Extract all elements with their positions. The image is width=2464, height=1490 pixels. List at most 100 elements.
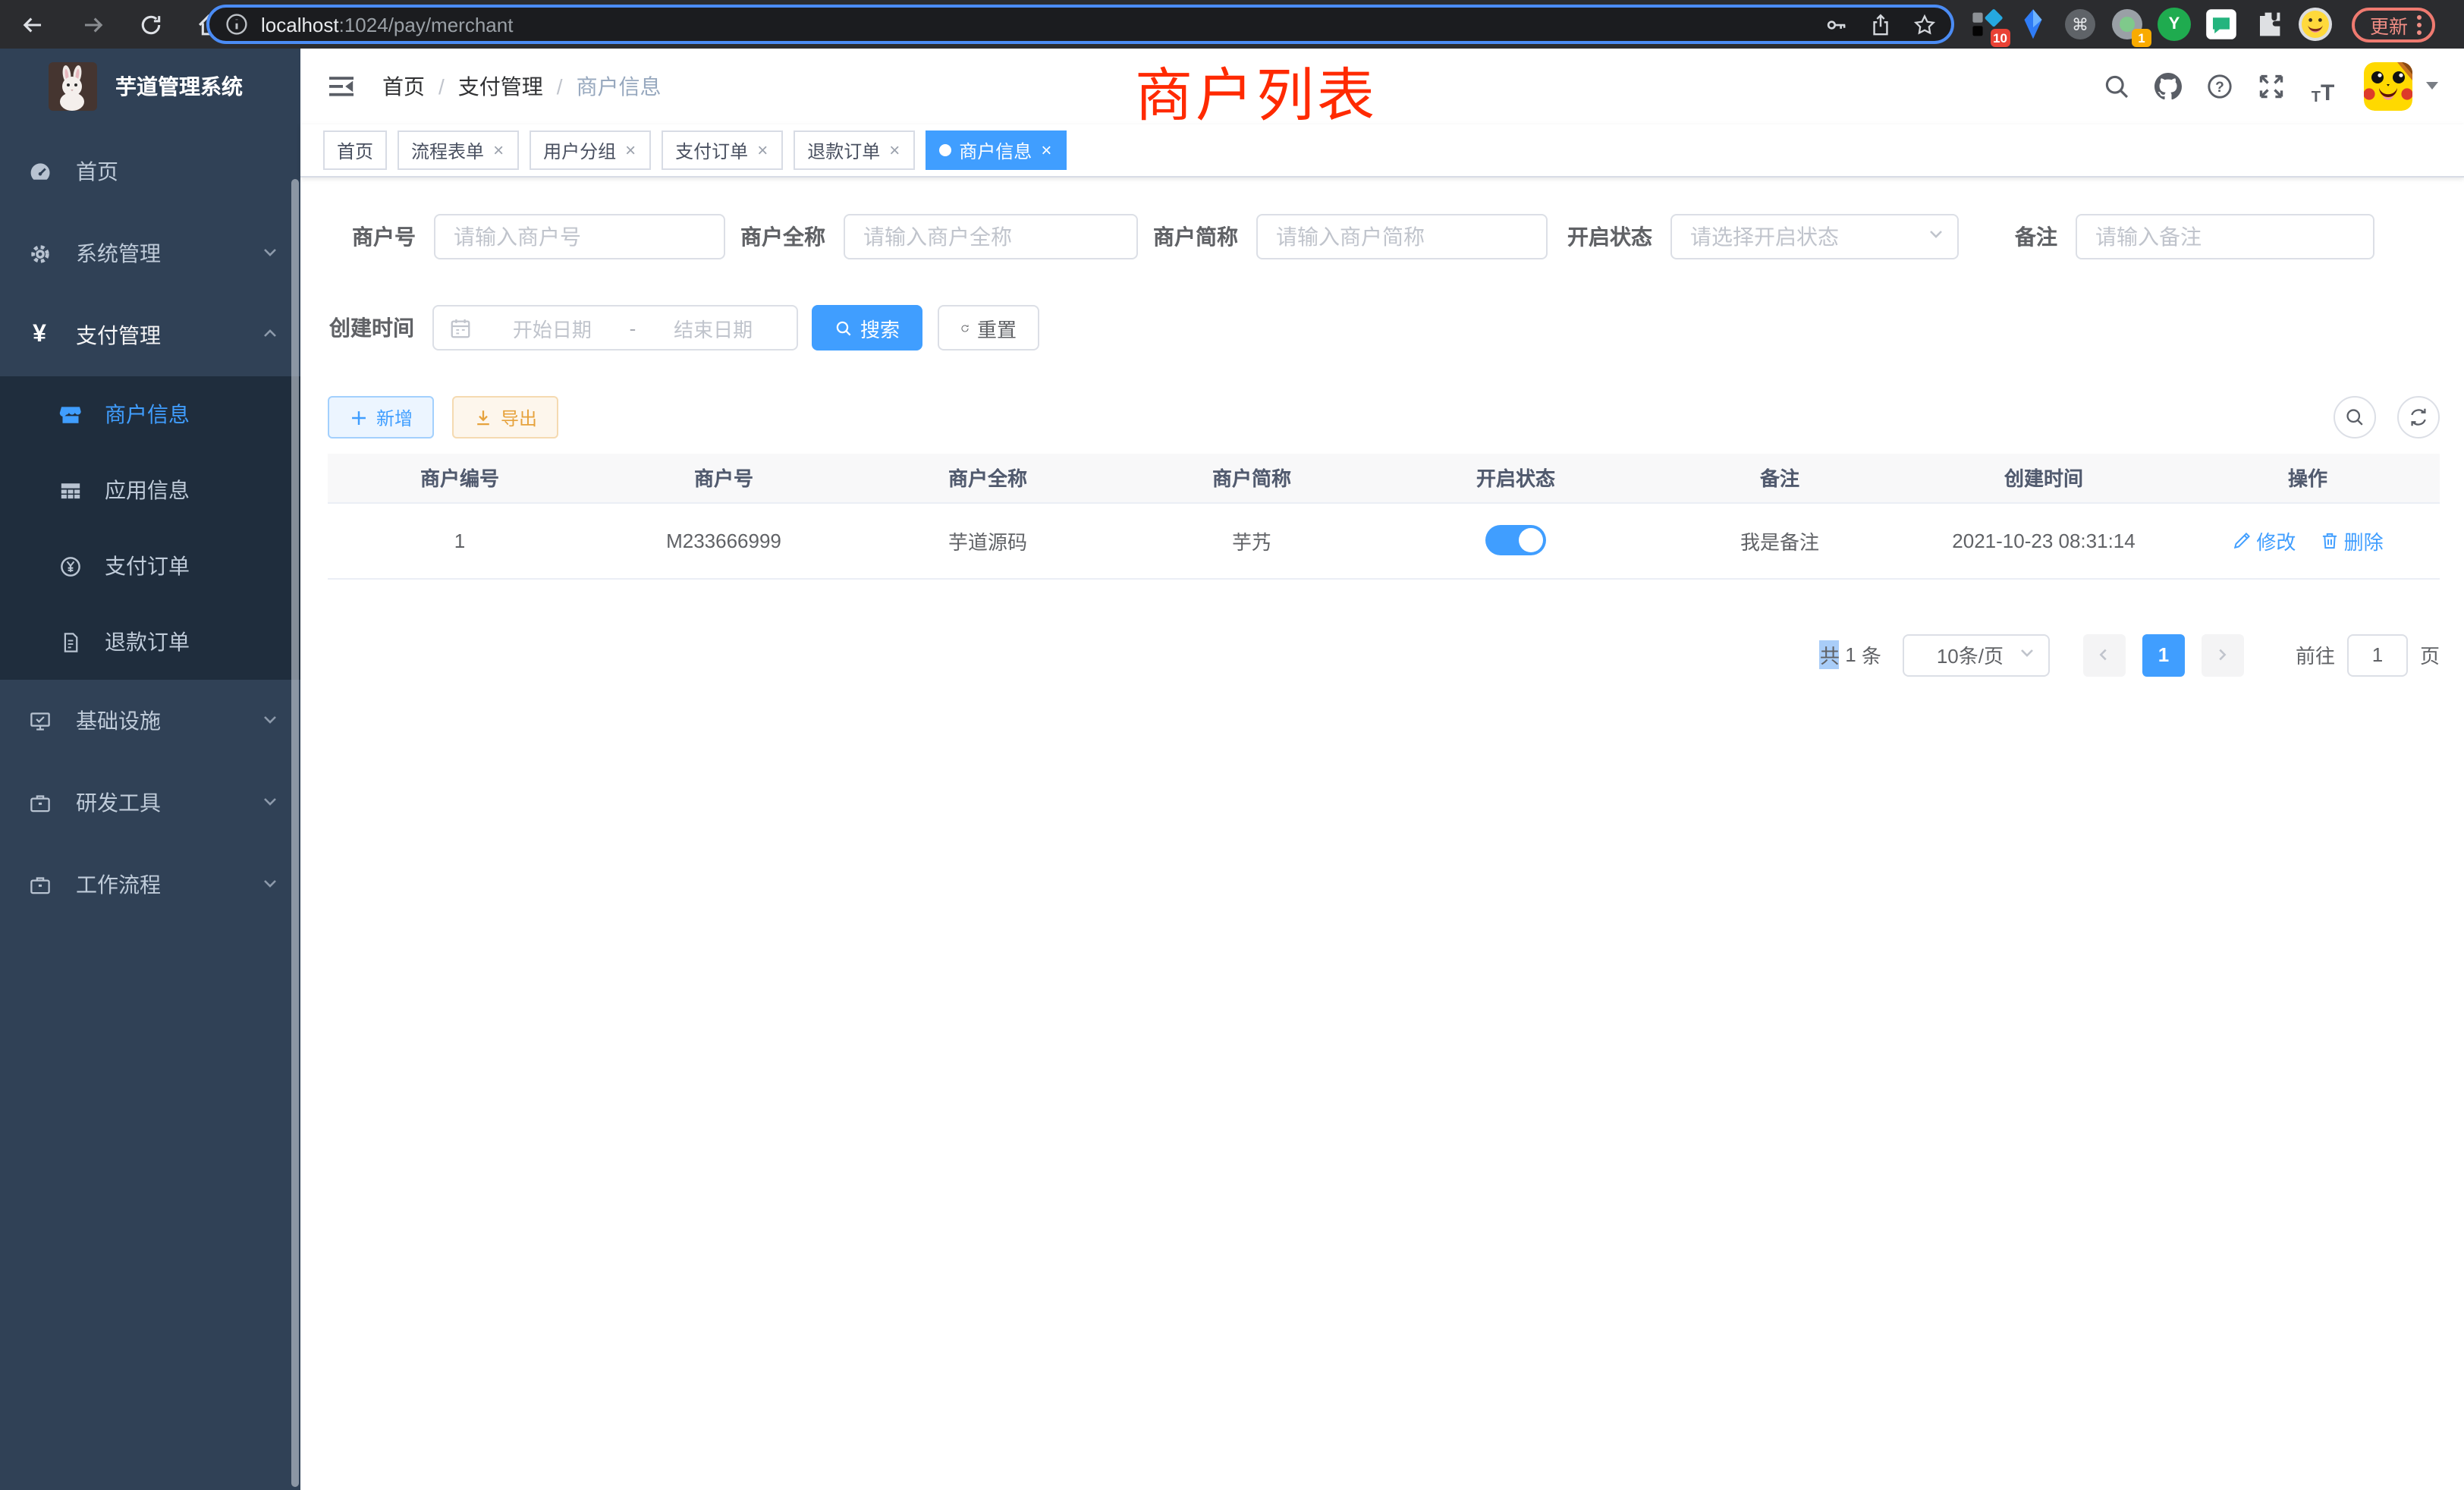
refresh-icon (2408, 407, 2429, 428)
extension-badge: 1 (2132, 29, 2151, 47)
tab-close-icon[interactable]: × (492, 141, 505, 159)
page-number-button[interactable]: 1 (2142, 633, 2185, 676)
password-key-icon[interactable] (1825, 13, 1848, 36)
tab-pay-order[interactable]: 支付订单× (662, 130, 783, 170)
document-icon (58, 630, 82, 654)
tab-close-icon[interactable]: × (1039, 141, 1053, 159)
goto-page-input[interactable] (2347, 633, 2408, 676)
extension-tabs-icon[interactable]: 10 (1969, 8, 2003, 41)
chevron-right-icon (2214, 646, 2231, 663)
browser-back-button[interactable] (9, 2, 55, 47)
breadcrumb-payment[interactable]: 支付管理 (458, 71, 543, 102)
store-icon (58, 402, 82, 426)
start-date-placeholder[interactable]: 开始日期 (481, 313, 624, 342)
extension-recorder-icon[interactable]: 1 (2110, 8, 2144, 41)
sidebar-item-dev-tools[interactable]: 研发工具 (0, 762, 300, 844)
tab-refund-order[interactable]: 退款订单× (794, 130, 915, 170)
refresh-table-button[interactable] (2397, 396, 2440, 439)
page-unit-label: 页 (2420, 640, 2440, 669)
create-time-range-picker[interactable]: 开始日期 - 结束日期 (432, 305, 798, 350)
address-bar[interactable]: localhost:1024/pay/merchant (206, 5, 1954, 44)
table-row: 1 M233666999 芋道源码 芋艿 我是备注 2021-10-23 08:… (328, 502, 2440, 578)
fullscreen-icon[interactable] (2252, 67, 2291, 106)
tab-home[interactable]: 首页 (323, 130, 387, 170)
chevron-down-icon (2018, 643, 2036, 666)
avatar-caret-icon[interactable] (2425, 73, 2440, 100)
reset-button[interactable]: 重置 (938, 305, 1039, 350)
tab-close-icon[interactable]: × (888, 141, 901, 159)
svg-text:?: ? (2215, 80, 2224, 96)
sidebar-item-app-info[interactable]: 应用信息 (0, 452, 300, 528)
delete-link[interactable]: 删除 (2320, 526, 2384, 555)
status-toggle[interactable] (1485, 525, 1546, 555)
cell-create-time: 2021-10-23 08:31:14 (1912, 502, 2176, 578)
chevron-down-icon (261, 872, 279, 897)
sidebar-item-workflow[interactable]: 工作流程 (0, 844, 300, 926)
page-size-select[interactable]: 10条/页 (1903, 633, 2050, 676)
status-select[interactable]: 请选择开启状态 (1670, 214, 1959, 259)
profile-avatar-emoji[interactable] (2299, 8, 2332, 41)
browser-menu-icon[interactable] (2417, 14, 2422, 34)
help-icon[interactable]: ? (2200, 67, 2239, 106)
prev-page-button[interactable] (2083, 633, 2126, 676)
extensions-puzzle-icon[interactable] (2252, 8, 2285, 41)
sidebar-collapse-icon[interactable] (325, 70, 358, 103)
sidebar-item-home[interactable]: 首页 (0, 130, 300, 212)
create-time-label: 创建时间 (328, 313, 432, 343)
tab-merchant-info-active[interactable]: 商户信息× (926, 130, 1067, 170)
breadcrumb-home[interactable]: 首页 (382, 71, 425, 102)
tab-close-icon[interactable]: × (756, 141, 769, 159)
search-icon (834, 318, 853, 338)
col-create-time: 创建时间 (1912, 454, 2176, 502)
tab-close-icon[interactable]: × (624, 141, 637, 159)
sidebar-item-payment[interactable]: ¥ 支付管理 (0, 294, 300, 376)
table-toolbar: 新增 导出 (328, 396, 2440, 439)
sidebar-item-merchant-info[interactable]: 商户信息 (0, 376, 300, 452)
sidebar-scrollbar[interactable] (291, 179, 299, 1487)
remark-input[interactable] (2076, 214, 2374, 259)
merchant-short-input[interactable] (1256, 214, 1548, 259)
sidebar-item-refund-order[interactable]: 退款订单 (0, 604, 300, 680)
browser-forward-button[interactable] (70, 2, 115, 47)
tab-user-group[interactable]: 用户分组× (530, 130, 651, 170)
font-size-icon[interactable]: TT (2303, 67, 2343, 106)
export-button[interactable]: 导出 (452, 396, 558, 439)
back-arrow-icon (19, 11, 45, 37)
browser-update-button[interactable]: 更新 (2352, 7, 2435, 42)
yen-icon: ¥ (27, 323, 52, 347)
extension-pin-icon[interactable] (2016, 8, 2050, 41)
filter-merchant-short: 商户简称 (1153, 214, 1548, 259)
merchant-name-input[interactable] (844, 214, 1138, 259)
show-search-toggle-button[interactable] (2334, 396, 2376, 439)
add-button[interactable]: 新增 (328, 396, 434, 439)
user-avatar[interactable] (2364, 62, 2412, 111)
sidebar-item-infrastructure[interactable]: 基础设施 (0, 680, 300, 762)
cell-remark: 我是备注 (1648, 502, 1912, 578)
end-date-placeholder[interactable]: 结束日期 (642, 313, 784, 342)
table-header-row: 商户编号 商户号 商户全称 商户简称 开启状态 备注 创建时间 操作 (328, 454, 2440, 502)
next-page-button[interactable] (2202, 633, 2244, 676)
bookmark-star-icon[interactable] (1913, 13, 1936, 36)
github-icon[interactable] (2148, 67, 2188, 106)
extension-chat-icon[interactable] (2205, 8, 2238, 41)
date-range-separator: - (624, 316, 643, 339)
sidebar-item-label: 工作流程 (76, 869, 161, 900)
search-button[interactable]: 搜索 (812, 305, 922, 350)
site-info-icon[interactable] (225, 12, 249, 36)
url-text: localhost:1024/pay/merchant (261, 13, 513, 36)
extension-command-icon[interactable]: ⌘ (2063, 8, 2097, 41)
filter-create-time: 创建时间 开始日期 - 结束日期 (328, 305, 798, 350)
app-logo-row[interactable]: 芋道管理系统 (0, 49, 300, 124)
extension-y-icon[interactable]: Y (2158, 8, 2191, 41)
browser-reload-button[interactable] (127, 2, 173, 47)
merchant-no-input[interactable] (434, 214, 725, 259)
share-icon[interactable] (1869, 13, 1892, 36)
tab-process-form[interactable]: 流程表单× (398, 130, 519, 170)
sidebar-item-system[interactable]: 系统管理 (0, 212, 300, 294)
dashboard-icon (27, 159, 52, 184)
edit-link[interactable]: 修改 (2232, 526, 2296, 555)
cell-merchant-no: M233666999 (592, 502, 856, 578)
header-search-icon[interactable] (2097, 67, 2136, 106)
sidebar-item-pay-order[interactable]: 支付订单 (0, 528, 300, 604)
browser-toolbar: localhost:1024/pay/merchant 10 ⌘ 1 (0, 0, 2464, 49)
